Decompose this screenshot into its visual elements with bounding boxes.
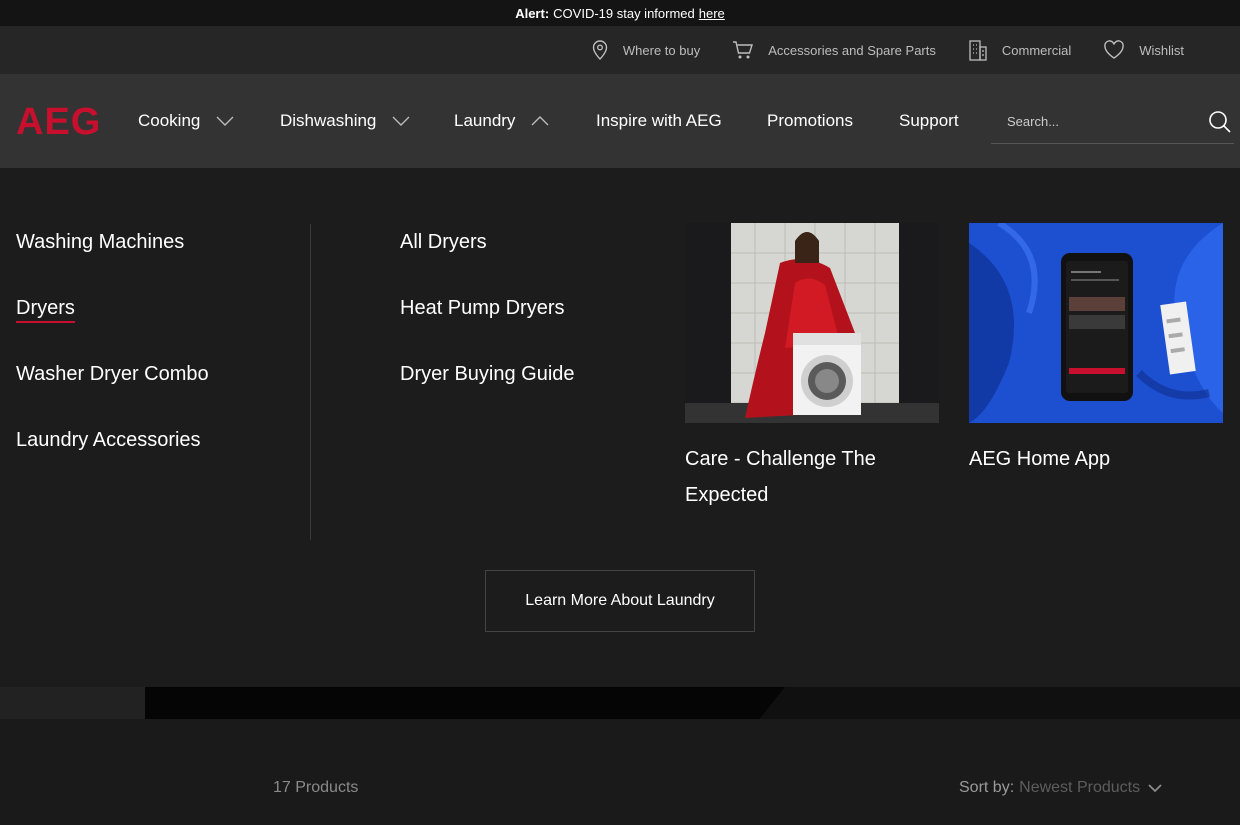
chevron-up-icon [531, 116, 549, 126]
category-washer-dryer-combo[interactable]: Washer Dryer Combo [16, 360, 209, 426]
main-nav: AEG Cooking Dishwashing Laundry Inspire … [0, 74, 1240, 168]
commercial-label: Commercial [1001, 42, 1072, 58]
subcategory-dryer-buying-guide[interactable]: Dryer Buying Guide [400, 360, 575, 426]
promo-care-card[interactable]: Care - Challenge The Expected [685, 223, 939, 513]
product-count: 17 Products [273, 779, 359, 796]
accessories-link[interactable]: Accessories and Spare Parts [732, 40, 936, 60]
sort-label: Sort by: [959, 779, 1015, 796]
location-pin-icon [592, 40, 608, 60]
subcategory-label: Heat Pump Dryers [400, 297, 565, 319]
category-list: Washing Machines Dryers Washer Dryer Com… [16, 228, 209, 492]
alert-prefix: Alert: [515, 5, 550, 21]
alert-link[interactable]: here [699, 6, 725, 21]
learn-more-laundry-button[interactable]: Learn More About Laundry [485, 570, 755, 632]
nav-cooking[interactable]: Cooking [138, 110, 234, 132]
menu-divider [310, 224, 311, 540]
subcategory-all-dryers[interactable]: All Dryers [400, 228, 575, 294]
promo-home-app-caption: AEG Home App [969, 448, 1111, 470]
subcategory-label: All Dryers [400, 231, 487, 253]
category-dryers[interactable]: Dryers [16, 294, 209, 360]
nav-inspire-label: Inspire with AEG [596, 111, 722, 130]
nav-support-label: Support [899, 111, 959, 130]
nav-inspire[interactable]: Inspire with AEG [596, 110, 722, 132]
hero-banner-left [0, 687, 145, 719]
promo-home-app-card[interactable]: AEG Home App [969, 223, 1223, 477]
alert-message: COVID-19 stay informed [553, 5, 695, 21]
nav-cooking-label: Cooking [138, 111, 201, 130]
building-icon [969, 40, 987, 61]
wishlist-link[interactable]: Wishlist [1103, 40, 1184, 60]
laundry-mega-menu: Washing Machines Dryers Washer Dryer Com… [0, 168, 1240, 687]
promo-home-app-image [969, 223, 1223, 423]
chevron-down-icon [1148, 783, 1162, 792]
hero-banner-shape [145, 687, 785, 719]
sort-value: Newest Products [1019, 779, 1141, 796]
category-label: Washer Dryer Combo [16, 363, 209, 385]
chevron-down-icon [216, 116, 234, 126]
commercial-link[interactable]: Commercial [968, 39, 1071, 61]
alert-bar: Alert: COVID-19 stay informed here [0, 0, 1240, 26]
promo-care-image [685, 223, 939, 423]
sort-dropdown[interactable]: Sort by: Newest Products [959, 779, 1162, 797]
chevron-down-icon [392, 116, 410, 126]
category-label: Washing Machines [16, 231, 185, 253]
nav-dishwashing[interactable]: Dishwashing [280, 110, 410, 132]
search-input[interactable] [991, 114, 1201, 129]
search-icon[interactable] [1208, 110, 1232, 134]
accessories-label: Accessories and Spare Parts [768, 42, 936, 58]
wishlist-label: Wishlist [1139, 42, 1184, 58]
nav-laundry-label: Laundry [454, 111, 516, 130]
subcategory-heat-pump-dryers[interactable]: Heat Pump Dryers [400, 294, 575, 360]
category-label: Dryers [16, 297, 75, 323]
where-to-buy-label: Where to buy [622, 42, 701, 58]
aeg-logo[interactable]: AEG [16, 103, 101, 141]
heart-icon [1104, 40, 1124, 59]
category-label: Laundry Accessories [16, 429, 201, 451]
subcategory-label: Dryer Buying Guide [400, 363, 575, 385]
nav-laundry[interactable]: Laundry [454, 110, 549, 132]
search-bar [991, 100, 1234, 144]
nav-dishwashing-label: Dishwashing [280, 111, 377, 130]
subcategory-list: All Dryers Heat Pump Dryers Dryer Buying… [400, 228, 575, 426]
where-to-buy-link[interactable]: Where to buy [591, 40, 700, 60]
promo-care-caption: Care - Challenge The Expected [685, 448, 876, 506]
nav-promotions[interactable]: Promotions [767, 110, 853, 132]
nav-promotions-label: Promotions [767, 111, 853, 130]
results-bar: 17 Products Sort by: Newest Products [0, 719, 1240, 825]
nav-support[interactable]: Support [899, 110, 959, 132]
utility-bar: Where to buy Accessories and Spare Parts… [0, 26, 1240, 74]
category-washing-machines[interactable]: Washing Machines [16, 228, 209, 294]
category-laundry-accessories[interactable]: Laundry Accessories [16, 426, 209, 492]
cart-icon [733, 41, 754, 59]
